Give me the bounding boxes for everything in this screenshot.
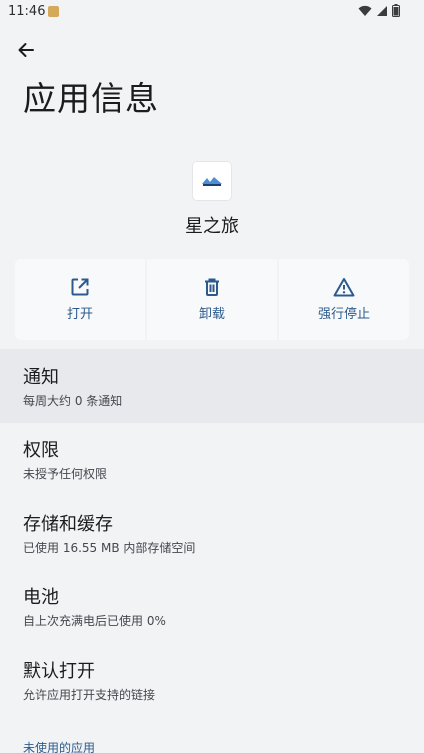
setting-subtitle: 允许应用打开支持的链接: [23, 687, 156, 702]
status-time: 11:46: [8, 4, 46, 19]
setting-title: 默认打开: [23, 660, 95, 682]
status-bar: 11:46: [0, 0, 424, 24]
setting-title: 存储和缓存: [23, 513, 113, 535]
open-button[interactable]: 打开: [15, 259, 145, 340]
force-stop-button-label: 强行停止: [317, 307, 370, 322]
open-external-icon: [71, 278, 89, 296]
setting-title: 电池: [23, 587, 59, 609]
app-info-screen: 11:46 应用信息 星之旅 打开 卸载 强行停止 通知 每周大约 0 条通知 …: [0, 0, 424, 754]
settings-list: 通知 每周大约 0 条通知 权限 未授予任何权限 存储和缓存 已使用 16.55…: [0, 349, 424, 717]
status-icons: [358, 4, 400, 17]
signal-icon: [377, 5, 387, 16]
uninstall-button-label: 卸载: [198, 307, 225, 322]
setting-notifications[interactable]: 通知 每周大约 0 条通知: [0, 349, 424, 423]
warning-icon: [333, 278, 355, 297]
setting-battery[interactable]: 电池 自上次充满电后已使用 0%: [0, 570, 424, 644]
setting-subtitle: 已使用 16.55 MB 内部存储空间: [23, 540, 196, 555]
page-title: 应用信息: [23, 79, 159, 118]
battery-icon: [392, 4, 400, 17]
setting-open-by-default[interactable]: 默认打开 允许应用打开支持的链接: [0, 643, 424, 717]
arrow-back-icon: [18, 43, 34, 57]
trash-icon: [205, 278, 219, 296]
uninstall-button[interactable]: 卸载: [147, 259, 277, 340]
force-stop-button[interactable]: 强行停止: [279, 259, 409, 340]
app-name: 星之旅: [185, 216, 239, 237]
setting-title: 通知: [23, 366, 59, 388]
setting-storage[interactable]: 存储和缓存 已使用 16.55 MB 内部存储空间: [0, 496, 424, 570]
open-button-label: 打开: [66, 307, 93, 322]
notification-app-icon: [48, 6, 59, 17]
setting-subtitle: 未授予任何权限: [23, 467, 108, 482]
app-logo-icon: [202, 177, 222, 186]
unused-apps-section-header: 未使用的应用: [23, 741, 96, 754]
back-button[interactable]: [12, 36, 40, 64]
action-buttons: 打开 卸载 强行停止: [15, 259, 409, 340]
setting-subtitle: 每周大约 0 条通知: [23, 393, 123, 408]
wifi-icon: [358, 5, 372, 16]
app-icon: [193, 162, 231, 200]
setting-subtitle: 自上次充满电后已使用 0%: [23, 614, 166, 629]
setting-title: 权限: [23, 440, 59, 462]
setting-permissions[interactable]: 权限 未授予任何权限: [0, 423, 424, 497]
